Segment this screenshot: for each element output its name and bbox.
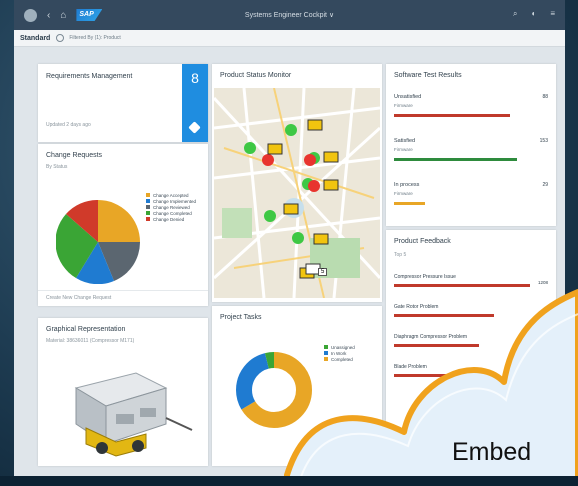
chevron-down-icon: ∨	[328, 12, 335, 19]
legend-label: Change Accepted	[153, 192, 189, 198]
filter-summary: Filtered By (1): Product	[69, 35, 121, 41]
test-result-row[interactable]: In process 29 Firmware	[394, 182, 548, 218]
legend-item: Change Implemented	[146, 198, 196, 204]
test-result-bar	[394, 114, 510, 117]
tile-title: Project Tasks	[220, 314, 262, 321]
tile-subtitle: By Status	[46, 164, 68, 170]
test-result-sublabel: Firmware	[394, 103, 413, 108]
test-result-label: Satisfied	[394, 138, 416, 144]
divider	[38, 290, 208, 291]
notifications-icon[interactable]: ◐	[531, 9, 536, 19]
requirements-icon	[188, 121, 201, 134]
tile-title: Product Status Monitor	[220, 72, 292, 79]
requirements-tile[interactable]: Requirements Management Updated 2 days a…	[38, 64, 208, 142]
tile-title: Requirements Management	[46, 73, 133, 80]
tile-title: Software Test Results	[394, 72, 462, 79]
filter-bar: Standard Filtered By (1): Product	[14, 30, 565, 47]
legend-item: Change Reviewed	[146, 204, 196, 210]
legend-item: Change Denied	[146, 216, 196, 222]
tile-updated: Updated 2 days ago	[46, 122, 91, 128]
settings-icon[interactable]: ≡	[550, 9, 555, 19]
test-result-row[interactable]: Satisfied 153 Firmware	[394, 138, 548, 174]
variant-selector[interactable]: Standard	[20, 35, 50, 42]
change-requests-pie	[56, 200, 140, 284]
test-result-sublabel: Firmware	[394, 191, 413, 196]
legend-label: Change Implemented	[153, 198, 197, 204]
test-result-value: 153	[539, 138, 548, 144]
legend-item: Change Accepted	[146, 192, 196, 198]
change-requests-legend: Change Accepted Change Implemented Chang…	[146, 192, 196, 222]
shell-bar: ‹ ⌂ SAP Systems Engineer Cockpit ∨ ⌕ ◐ ≡	[14, 0, 565, 30]
test-result-sublabel: Firmware	[394, 147, 413, 152]
requirements-count: 8	[191, 70, 199, 86]
app-title-text: Systems Engineer Cockpit	[244, 12, 327, 19]
tile-title: Graphical Representation	[46, 326, 126, 333]
app-title[interactable]: Systems Engineer Cockpit ∨	[14, 11, 565, 19]
test-result-value: 29	[542, 182, 548, 188]
test-result-row[interactable]: Unsatisfied 88 Firmware	[394, 94, 548, 130]
change-requests-tile[interactable]: Change Requests By Status Change Accepte…	[38, 144, 208, 306]
tile-subtitle: Top 5	[394, 252, 407, 258]
software-test-tile[interactable]: Software Test Results Unsatisfied 88 Fir…	[386, 64, 556, 226]
test-result-label: Unsatisfied	[394, 94, 422, 100]
frame-bottom-edge	[0, 476, 578, 486]
legend-label: Change Denied	[153, 216, 185, 222]
tile-subtitle: Material: 38636011 (Compressor M171)	[46, 338, 135, 344]
device-frame: ‹ ⌂ SAP Systems Engineer Cockpit ∨ ⌕ ◐ ≡…	[0, 0, 578, 486]
graphical-representation-tile[interactable]: Graphical Representation Material: 38636…	[38, 318, 208, 466]
test-result-bar	[394, 158, 517, 161]
legend-label: Change Completed	[153, 210, 192, 216]
tile-title: Product Feedback	[394, 238, 451, 245]
tile-title: Change Requests	[46, 152, 103, 159]
count-panel: 8	[182, 64, 208, 142]
test-result-label: In process	[394, 182, 420, 188]
create-change-request-link[interactable]: Create New Change Request	[46, 295, 111, 301]
filter-icon[interactable]	[56, 34, 65, 42]
overlay-caption: Embed	[452, 438, 532, 466]
legend-item: Change Completed	[146, 210, 196, 216]
search-icon[interactable]: ⌕	[513, 9, 517, 19]
test-result-bar	[394, 202, 425, 205]
cloud-callout	[284, 289, 578, 486]
compressor-3d-model	[74, 372, 193, 457]
test-result-value: 88	[542, 94, 548, 100]
legend-label: Change Reviewed	[153, 204, 190, 210]
